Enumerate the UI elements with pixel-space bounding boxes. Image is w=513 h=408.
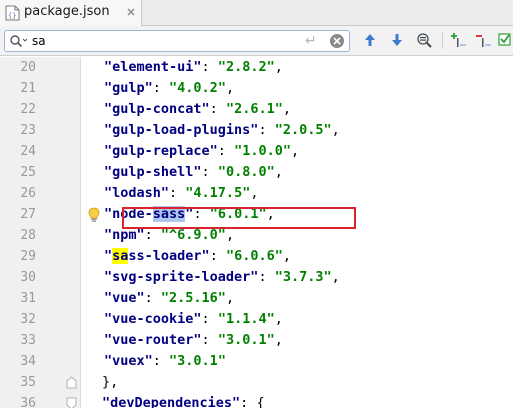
- line-number: 26: [20, 186, 36, 201]
- line-number: 23: [20, 123, 36, 138]
- json-value: "4.0.2": [169, 80, 226, 96]
- code-line: 21 "gulp": "4.0.2",: [0, 78, 513, 99]
- line-number: 28: [20, 228, 36, 243]
- editor-tab-bar: {} package.json: [0, 0, 513, 26]
- json-key: "vue-router": [104, 332, 202, 348]
- add-selection-icon[interactable]: [449, 31, 467, 49]
- json-key: "vue": [104, 290, 145, 306]
- line-number: 34: [20, 354, 36, 369]
- line-number: 21: [20, 81, 36, 96]
- line-number: 24: [20, 144, 36, 159]
- clear-search-icon[interactable]: [329, 33, 345, 49]
- line-number: 27: [20, 207, 36, 222]
- line-number: 33: [20, 333, 36, 348]
- search-icon[interactable]: [9, 34, 27, 48]
- code-line: 35 },: [0, 372, 513, 393]
- fold-marker-icon[interactable]: [66, 397, 77, 408]
- json-value: "2.5.16": [160, 290, 226, 306]
- line-number: 35: [20, 375, 36, 390]
- find-toolbar: ↵: [0, 26, 513, 56]
- json-file-icon: {}: [5, 5, 20, 21]
- json-value: "6.0.6": [225, 248, 283, 264]
- code-line: 30 "svg-sprite-loader": "3.7.3",: [0, 267, 513, 288]
- json-key: "vue-cookie": [104, 311, 202, 327]
- find-in-path-icon[interactable]: [415, 31, 433, 49]
- json-key: "gulp-replace": [104, 143, 218, 159]
- code-line: 31 "vue": "2.5.16",: [0, 288, 513, 309]
- annotation-highlight-box: [122, 207, 356, 229]
- json-value: "3.0.1": [169, 353, 226, 369]
- fold-marker-icon[interactable]: [66, 376, 77, 389]
- line-number: 22: [20, 102, 36, 117]
- code-line: 25 "gulp-shell": "0.8.0",: [0, 162, 513, 183]
- json-value: "3.7.3": [274, 269, 332, 285]
- search-box[interactable]: ↵: [4, 30, 350, 52]
- json-value: "4.17.5": [185, 185, 251, 201]
- json-value: "2.0.5": [274, 122, 332, 138]
- code-line: 22 "gulp-concat": "2.6.1",: [0, 99, 513, 120]
- remove-selection-icon[interactable]: [474, 31, 492, 49]
- json-key: "sass-loader": [104, 248, 210, 264]
- json-value: "0.8.0": [217, 164, 275, 180]
- json-value: "3.0.1": [217, 332, 275, 348]
- code-line: 20 "element-ui": "2.8.2",: [0, 57, 513, 78]
- code-line: 24 "gulp-replace": "1.0.0",: [0, 141, 513, 162]
- json-value: "1.1.4": [217, 311, 275, 327]
- close-tab-icon[interactable]: [124, 5, 138, 19]
- previous-occurrence-icon[interactable]: [361, 31, 379, 49]
- code-line: 29 "sass-loader": "6.0.6",: [0, 246, 513, 267]
- line-number: 31: [20, 291, 36, 306]
- next-occurrence-icon[interactable]: [388, 31, 406, 49]
- json-key: "gulp-concat": [104, 101, 210, 117]
- line-number: 29: [20, 249, 36, 264]
- line-number: 32: [20, 312, 36, 327]
- code-line: 23 "gulp-load-plugins": "2.0.5",: [0, 120, 513, 141]
- json-value: "2.8.2": [217, 59, 275, 75]
- code-line: 26 "lodash": "4.17.5",: [0, 183, 513, 204]
- code-line: 33 "vue-router": "3.0.1",: [0, 330, 513, 351]
- json-value: "^6.9.0": [160, 227, 226, 243]
- json-key: "vuex": [104, 353, 153, 369]
- svg-text:{}: {}: [8, 12, 16, 20]
- json-key: "lodash": [104, 185, 170, 201]
- json-key: "devDependencies": [102, 395, 241, 408]
- line-number: 20: [20, 60, 36, 75]
- json-key: "gulp-shell": [104, 164, 202, 180]
- json-value: "1.0.0": [234, 143, 291, 159]
- line-number: 25: [20, 165, 36, 180]
- search-input[interactable]: [32, 33, 292, 49]
- select-all-occurrences-icon[interactable]: [497, 31, 513, 49]
- tab-package-json[interactable]: {} package.json: [0, 0, 142, 26]
- tab-label: package.json: [24, 4, 110, 19]
- code-line: 34 "vuex": "3.0.1": [0, 351, 513, 372]
- json-key: "svg-sprite-loader": [104, 269, 259, 285]
- json-key: "gulp-load-plugins": [104, 122, 259, 138]
- json-key: "element-ui": [104, 59, 202, 75]
- json-value: "2.6.1": [225, 101, 283, 117]
- line-number: 36: [20, 396, 36, 408]
- search-match: sa: [112, 248, 129, 264]
- lightbulb-icon[interactable]: [88, 207, 100, 223]
- toolbar-divider: [442, 32, 443, 49]
- enter-icon: ↵: [305, 33, 317, 49]
- code-line: 32 "vue-cookie": "1.1.4",: [0, 309, 513, 330]
- json-key: "npm": [104, 227, 145, 243]
- closing-brace: },: [102, 374, 119, 390]
- code-line: 36 "devDependencies": {: [0, 393, 513, 408]
- json-key: "gulp": [104, 80, 153, 96]
- line-number: 30: [20, 270, 36, 285]
